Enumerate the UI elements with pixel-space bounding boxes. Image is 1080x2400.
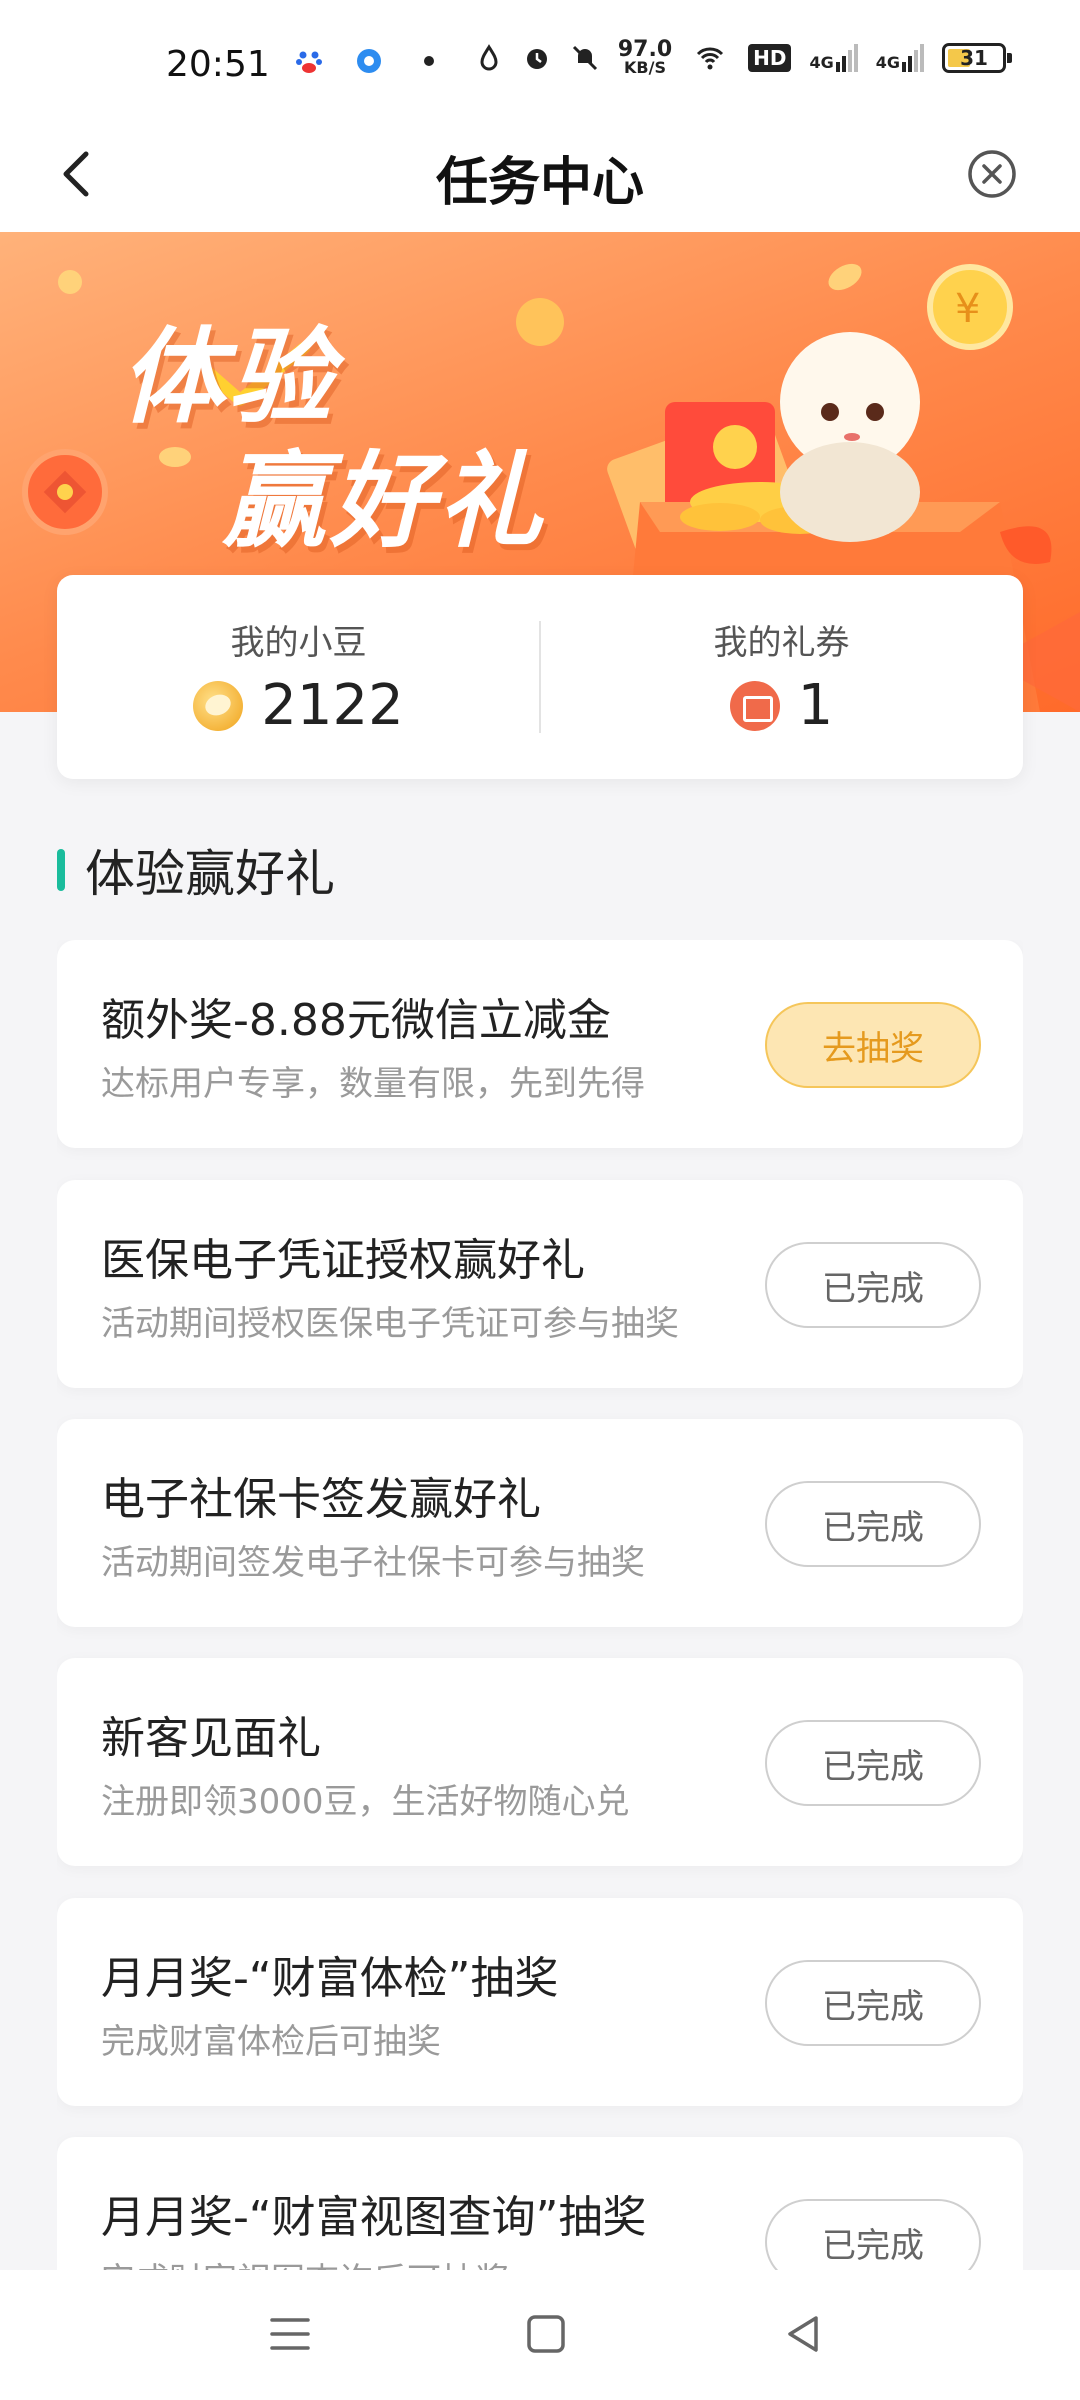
task-list: 额外奖-8.88元微信立减金 达标用户专享，数量有限，先到先得 去抽奖 医保电子… (57, 940, 1023, 2270)
completed-button[interactable]: 已完成 (765, 1481, 981, 1567)
banner-headline-line2: 赢好礼 (222, 440, 547, 562)
task-description: 活动期间授权医保电子凭证可参与抽奖 (101, 1304, 679, 1344)
battery-icon: 31 (942, 43, 1012, 73)
network-label-1: 4G (809, 53, 834, 72)
status-time: 20:51 (166, 44, 270, 85)
close-circle-icon[interactable] (964, 146, 1020, 202)
wifi-icon (697, 47, 724, 70)
completed-button[interactable]: 已完成 (765, 1720, 981, 1806)
signal-4g-1: 4G (809, 44, 858, 72)
completed-button[interactable]: 已完成 (765, 2199, 981, 2270)
task-description: 注册即领3000豆，生活好物随心兑 (101, 1782, 630, 1822)
task-name: 新客见面礼 (101, 1713, 321, 1764)
my-coupons[interactable]: 我的礼券 1 (540, 575, 1023, 779)
system-icons: 97.0 KB/S HD 4G 4G 31 (474, 37, 1012, 77)
task-description: 完成财富体检后可抽奖 (101, 2022, 441, 2062)
alarm-icon (526, 49, 547, 69)
notification-icons (294, 46, 444, 76)
task-card: 额外奖-8.88元微信立减金 达标用户专享，数量有限，先到先得 去抽奖 (57, 940, 1023, 1148)
bean-coin-icon (193, 680, 244, 731)
task-description: 达标用户专享，数量有限，先到先得 (101, 1064, 645, 1104)
coupons-label: 我的礼券 (713, 623, 850, 663)
task-card: 月月奖-“财富视图查询”抽奖 完成财富视图查询后可抽奖 已完成 (57, 2137, 1023, 2270)
header: 任务中心 (0, 120, 1080, 232)
coupon-ticket-icon (729, 680, 780, 731)
net-speed-unit: KB/S (624, 58, 666, 77)
task-description: 完成财富视图查询后可抽奖 (101, 2253, 509, 2270)
status-bar: 20:51 97.0 KB/S HD 4G 4G 31 (0, 0, 1080, 120)
network-label-2: 4G (875, 53, 900, 72)
signal-bars-icon (902, 44, 924, 72)
account-summary-card: 我的小豆 2122 我的礼券 1 (57, 575, 1023, 779)
water-drop-icon (480, 44, 498, 71)
task-name: 医保电子凭证授权赢好礼 (101, 1235, 585, 1286)
system-nav-bar (0, 2270, 1080, 2400)
section-accent-bar (57, 849, 65, 891)
coupons-value: 1 (797, 673, 834, 738)
completed-button[interactable]: 已完成 (765, 1242, 981, 1328)
task-card: 电子社保卡签发赢好礼 活动期间签发电子社保卡可参与抽奖 已完成 (57, 1419, 1023, 1627)
net-speed: 97.0 KB/S (617, 37, 673, 77)
signal-bars-icon (835, 44, 858, 72)
task-name: 电子社保卡签发赢好礼 (101, 1474, 541, 1525)
menu-icon[interactable] (266, 2310, 314, 2358)
section-title: 体验赢好礼 (85, 845, 335, 903)
app-ring-icon (357, 49, 381, 73)
beans-value: 2122 (261, 673, 404, 738)
task-name: 月月奖-“财富体检”抽奖 (101, 1953, 559, 2004)
task-name: 月月奖-“财富视图查询”抽奖 (101, 2192, 647, 2243)
beans-label: 我的小豆 (230, 623, 367, 663)
net-speed-value: 97.0 (617, 37, 673, 62)
signal-4g-2: 4G (876, 44, 924, 72)
dot-icon (424, 56, 434, 66)
task-card: 新客见面礼 注册即领3000豆，生活好物随心兑 已完成 (57, 1658, 1023, 1866)
home-square-icon[interactable] (522, 2310, 570, 2358)
task-card: 月月奖-“财富体检”抽奖 完成财富体检后可抽奖 已完成 (57, 1898, 1023, 2106)
back-triangle-icon[interactable] (780, 2310, 828, 2358)
draw-lottery-button[interactable]: 去抽奖 (765, 1002, 981, 1088)
section-header: 体验赢好礼 (57, 840, 335, 903)
task-name: 额外奖-8.88元微信立减金 (101, 995, 611, 1046)
hd-badge: HD (748, 44, 792, 72)
battery-level: 31 (960, 46, 988, 70)
completed-button[interactable]: 已完成 (765, 1960, 981, 2046)
mute-bell-icon (572, 45, 597, 71)
baidu-paw-icon (296, 51, 322, 73)
svg-text:¥: ¥ (955, 286, 980, 332)
page-title: 任务中心 (435, 153, 644, 213)
my-beans[interactable]: 我的小豆 2122 (57, 575, 540, 779)
task-card: 医保电子凭证授权赢好礼 活动期间授权医保电子凭证可参与抽奖 已完成 (57, 1180, 1023, 1388)
task-description: 活动期间签发电子社保卡可参与抽奖 (101, 1543, 645, 1583)
